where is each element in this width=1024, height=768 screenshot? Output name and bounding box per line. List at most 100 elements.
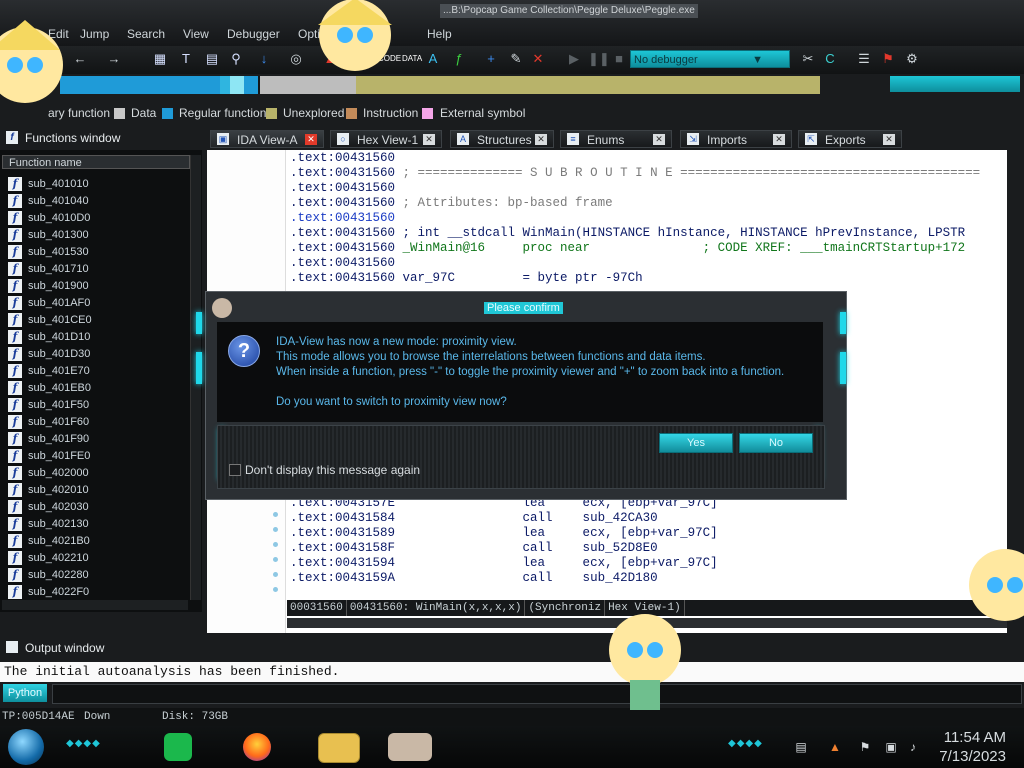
function-list-item[interactable]: f sub_401E70 <box>8 364 90 380</box>
debugger-select[interactable]: No debugger ▼ <box>630 50 790 68</box>
code-line[interactable]: .text:00431584 call sub_42CA30 <box>290 511 658 526</box>
tab-structures[interactable]: A Structures ✕ <box>450 130 554 148</box>
menu-help[interactable]: Help <box>427 27 452 41</box>
function-list-item[interactable]: f sub_401710 <box>8 262 89 278</box>
function-list-item[interactable]: f sub_401F60 <box>8 415 89 431</box>
function-list-item[interactable]: f sub_401530 <box>8 245 89 261</box>
code-line[interactable]: .text:00431560 <box>290 151 395 166</box>
tab-ida-view-a[interactable]: ▣ IDA View-A ✕ <box>210 130 324 148</box>
delete-icon[interactable]: ✕ <box>530 51 546 67</box>
function-list-item[interactable]: f sub_401D10 <box>8 330 90 346</box>
app-tray-icon[interactable]: ▲ <box>828 740 842 754</box>
menu-debugger[interactable]: Debugger <box>227 27 280 41</box>
no-button[interactable]: No <box>739 433 813 453</box>
list-icon[interactable]: ☰ <box>856 51 872 67</box>
text-search-icon[interactable]: T <box>178 51 194 67</box>
function-list-item[interactable]: f sub_401EB0 <box>8 381 91 397</box>
breakpoint-dot[interactable] <box>273 587 278 592</box>
network-icon[interactable]: ▣ <box>884 740 898 754</box>
firefox-icon[interactable] <box>243 733 271 761</box>
tab-imports[interactable]: ⇲ Imports ✕ <box>680 130 792 148</box>
breakpoint-dot[interactable] <box>273 512 278 517</box>
yes-button[interactable]: Yes <box>659 433 733 453</box>
function-list-item[interactable]: f sub_402210 <box>8 551 89 567</box>
dont-show-checkbox[interactable] <box>229 464 241 476</box>
notes-app-icon[interactable] <box>164 733 192 761</box>
menu-view[interactable]: View <box>183 27 209 41</box>
clock[interactable]: 11:54 AM 7/13/2023 <box>936 728 1006 766</box>
close-icon[interactable]: ✕ <box>305 134 317 145</box>
file-explorer-icon[interactable] <box>318 733 360 763</box>
function-list-item[interactable]: f sub_401D30 <box>8 347 90 363</box>
close-icon[interactable]: ✕ <box>423 134 435 145</box>
struct-add-icon[interactable]: + <box>483 51 499 67</box>
forward-arrow-icon[interactable]: → <box>106 51 122 67</box>
refresh-icon[interactable]: C <box>822 51 838 67</box>
code-line[interactable]: .text:00431560 ; int __stdcall WinMain(H… <box>290 226 965 241</box>
code-line[interactable]: .text:00431560 _WinMain@16 proc near ; C… <box>290 241 965 256</box>
bookmark-icon[interactable]: ⚑ <box>880 51 896 67</box>
function-name-header[interactable]: Function name <box>2 155 190 169</box>
code-line[interactable]: .text:00431560 ; ============== S U B R … <box>290 166 980 181</box>
tab-enums[interactable]: ≡ Enums ✕ <box>560 130 672 148</box>
function-list-item[interactable]: f sub_401300 <box>8 228 89 244</box>
close-icon[interactable]: ✕ <box>883 134 895 145</box>
function-list-item[interactable]: f sub_401010 <box>8 177 89 193</box>
pause-icon[interactable]: ❚❚ <box>588 51 610 67</box>
menu-search[interactable]: Search <box>127 27 165 41</box>
seg-icon[interactable]: ▤ <box>204 51 220 67</box>
functions-hscroll[interactable] <box>2 600 188 610</box>
right-combo[interactable] <box>890 76 1020 92</box>
binary-icon[interactable]: ▦ <box>152 51 168 67</box>
close-icon[interactable]: ✕ <box>773 134 785 145</box>
show-desktop-icon[interactable]: ▤ <box>794 740 808 754</box>
tab-exports[interactable]: ⇱ Exports ✕ <box>798 130 902 148</box>
function-list-item[interactable]: f sub_401040 <box>8 194 89 210</box>
code-line[interactable]: .text:00431560 ; Attributes: bp-based fr… <box>290 196 613 211</box>
function-list-item[interactable]: f sub_4022F0 <box>8 585 89 601</box>
ida-app-icon[interactable] <box>388 733 432 761</box>
menu-jump[interactable]: Jump <box>80 27 109 41</box>
attach-icon[interactable]: ✂ <box>800 51 816 67</box>
breakpoint-dot[interactable] <box>273 527 278 532</box>
function-list-item[interactable]: f sub_401AF0 <box>8 296 90 312</box>
code-line[interactable]: .text:00431560 <box>290 211 395 226</box>
function-list-item[interactable]: f sub_401F50 <box>8 398 89 414</box>
dont-show-label[interactable]: Don't display this message again <box>245 463 420 477</box>
command-input[interactable] <box>52 684 1022 704</box>
navigation-band[interactable] <box>60 76 820 94</box>
function-list-item[interactable]: f sub_4010D0 <box>8 211 90 227</box>
search-icon[interactable]: ⚲ <box>228 51 244 67</box>
plugin-icon[interactable]: ⚙ <box>904 51 920 67</box>
tab-hex-view-1[interactable]: ○ Hex View-1 ✕ <box>330 130 442 148</box>
breakpoint-dot[interactable] <box>273 542 278 547</box>
code-line[interactable]: .text:00431560 <box>290 256 395 271</box>
function-list-item[interactable]: f sub_401900 <box>8 279 89 295</box>
ascii-icon[interactable]: A <box>425 51 441 67</box>
code-line[interactable]: .text:00431589 lea ecx, [ebp+var_97C] <box>290 526 718 541</box>
volume-icon[interactable]: ♪ <box>906 740 920 754</box>
flag-icon[interactable]: ⚑ <box>858 740 872 754</box>
play-icon[interactable]: ▶ <box>566 51 582 67</box>
function-list-item[interactable]: f sub_402130 <box>8 517 89 533</box>
function-list-item[interactable]: f sub_401CE0 <box>8 313 92 329</box>
python-button[interactable]: Python <box>3 684 47 702</box>
code-line[interactable]: .text:00431560 <box>290 181 395 196</box>
code-line[interactable]: .text:00431594 lea ecx, [ebp+var_97C] <box>290 556 718 571</box>
function-list-item[interactable]: f sub_402280 <box>8 568 89 584</box>
edit-icon[interactable]: ✎ <box>508 51 524 67</box>
function-list-item[interactable]: f sub_401F90 <box>8 432 89 448</box>
function-list-item[interactable]: f sub_402010 <box>8 483 89 499</box>
stop-icon[interactable]: ■ <box>611 51 627 67</box>
code-line[interactable]: .text:0043158F call sub_52D8E0 <box>290 541 658 556</box>
function-list-item[interactable]: f sub_4021B0 <box>8 534 90 550</box>
breakpoint-dot[interactable] <box>273 572 278 577</box>
function-list-item[interactable]: f sub_401FE0 <box>8 449 90 465</box>
function-add-icon[interactable]: ƒ <box>451 51 467 67</box>
close-icon[interactable]: ✕ <box>653 134 665 145</box>
close-icon[interactable]: ✕ <box>535 134 547 145</box>
code-line[interactable]: .text:00431560 var_97C = byte ptr -97Ch <box>290 271 643 286</box>
function-list-item[interactable]: f sub_402000 <box>8 466 89 482</box>
start-button[interactable] <box>8 729 44 765</box>
code-line[interactable]: .text:0043159A call sub_42D180 <box>290 571 658 586</box>
